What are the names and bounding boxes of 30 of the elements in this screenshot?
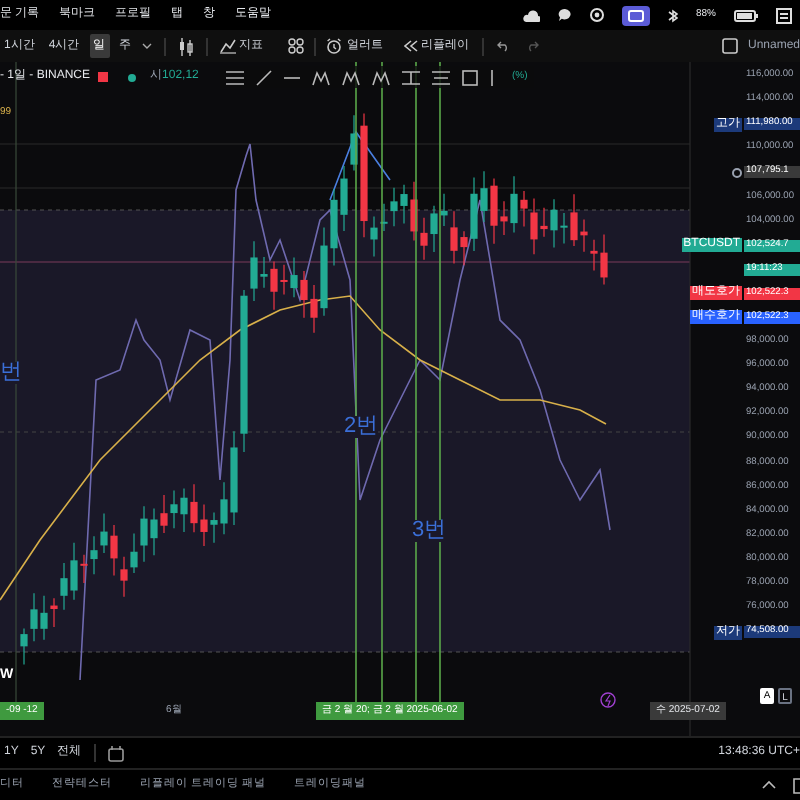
rectangle-icon[interactable] <box>462 69 478 85</box>
caret-icon[interactable] <box>141 42 152 50</box>
redo-icon[interactable] <box>525 40 540 52</box>
chart-note: 번 <box>0 362 22 384</box>
trend-line-icon[interactable] <box>256 69 272 85</box>
price-range-icon[interactable] <box>402 69 420 85</box>
calendar-icon[interactable] <box>107 745 126 761</box>
checkbox-icon[interactable] <box>721 38 738 54</box>
undo-icon[interactable] <box>495 40 510 52</box>
battery-icon <box>734 9 758 21</box>
chart-note: 2번 <box>344 416 379 438</box>
cloud-icon[interactable] <box>521 9 540 21</box>
chart-note: 3번 <box>412 520 447 542</box>
vertical-line-icon[interactable] <box>490 69 494 85</box>
indicator-icon[interactable] <box>219 38 236 54</box>
lines-icon[interactable] <box>226 69 244 85</box>
rewind-icon[interactable] <box>403 40 418 52</box>
collapse-icon[interactable] <box>762 780 776 790</box>
date-range-icon[interactable] <box>432 69 450 85</box>
flag-icon <box>98 72 109 82</box>
lightning-icon[interactable] <box>600 692 616 708</box>
alarm-clock-icon[interactable] <box>325 38 342 54</box>
bluetooth-icon[interactable] <box>667 7 678 23</box>
trend-line <box>329 130 391 201</box>
grid-icon[interactable] <box>287 38 304 54</box>
target-icon[interactable] <box>589 8 604 22</box>
candlestick-icon[interactable] <box>177 37 194 55</box>
chat-icon[interactable] <box>557 8 572 22</box>
maximize-icon[interactable] <box>792 777 800 793</box>
screen-share-icon[interactable] <box>621 5 650 25</box>
